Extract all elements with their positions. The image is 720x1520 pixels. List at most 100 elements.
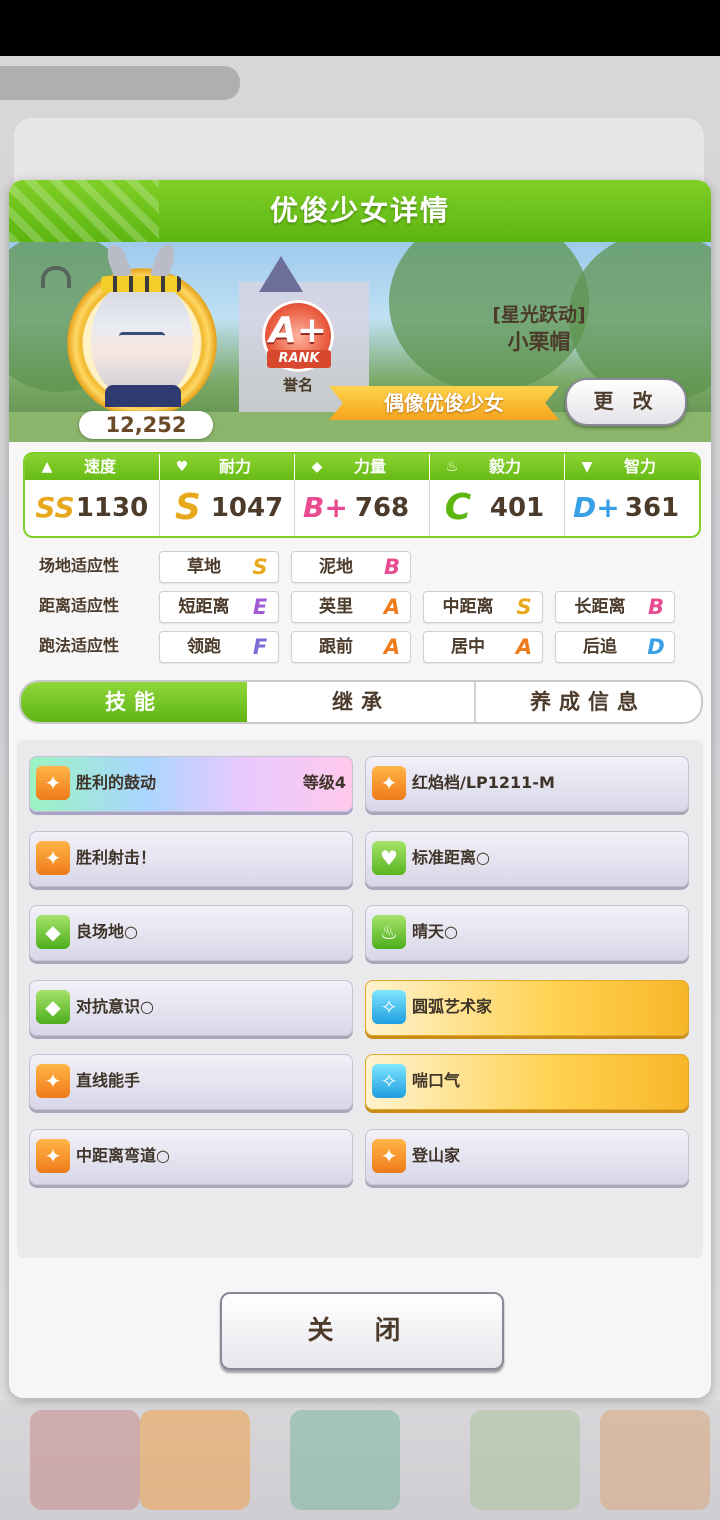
tab-1[interactable]: 继承 [247,682,475,722]
dock-item [600,1410,710,1510]
sparkle-icon: ✧ [372,1064,406,1098]
stat-value: 768 [354,493,410,523]
runner-icon: ✦ [36,766,70,800]
stats-table: ▲ 速度 SS 1130 ♥ 耐力 S 1047 ◆ 力量 B+ 768 ♨ 毅力 C 401 ▼ 智力 D+ 361 [23,452,701,538]
flame-icon: ♨ [372,915,406,949]
runner-icon: ✦ [36,1138,70,1173]
aptitude-item: 跟前 A [291,631,411,663]
skill-name: 登山家 [412,1145,461,1165]
aptitude-name: 草地 [187,557,221,577]
skill-card[interactable]: ✧ 喘口气 [365,1054,689,1110]
aptitude-item: 领跑 F [159,631,279,663]
stat-value: 361 [624,493,680,523]
aptitude-name: 后追 [583,637,617,657]
aptitude-name: 跟前 [319,637,353,657]
tab-0[interactable]: 技能 [21,682,247,722]
sparkle-icon: ✧ [372,989,406,1024]
portrait-collar [105,385,181,407]
skill-card[interactable]: ♥ 标准距离○ [365,830,689,887]
skill-card[interactable]: ✦ 胜利的鼓动 等级4 [29,756,353,812]
aptitude-label: 场地适应性 [39,556,120,575]
stat-label: 毅力 [488,457,521,476]
aptitude-name: 短距离 [178,597,230,617]
change-button[interactable]: 更 改 [565,378,687,426]
stat-label: 力量 [353,457,386,476]
skill-card[interactable]: ✦ 登山家 [365,1128,689,1185]
stat-0: ▲ 速度 SS 1130 [25,454,160,536]
skill-name: 中距离弯道○ [76,1145,170,1165]
dialog-title: 优俊少女详情 [269,194,450,227]
aptitude-item: 中距离 S [423,591,543,623]
skill-card[interactable]: ✦ 胜利射击！ [29,830,353,887]
runner-icon: ✦ [36,840,70,875]
aptitude-grade: A [383,635,401,659]
aptitude-name: 英里 [319,597,353,617]
aptitude-label: 跑法适应性 [39,636,120,655]
aptitude-grade: A [515,635,533,659]
aptitude-grade: S [252,555,268,579]
skill-card[interactable]: ✦ 红焰档/LP1211-M [365,756,689,812]
skill-name: 胜利的鼓动 [76,773,157,792]
skill-name: 对抗意识○ [76,996,154,1016]
role-ribbon: 偶像优俊少女 [329,386,559,420]
muscle-icon: ◆ [311,459,323,475]
dock-item [470,1410,580,1510]
shoe-icon: ▲ [41,459,53,475]
tab-2[interactable]: 养成信息 [475,682,701,722]
skill-card[interactable]: ✦ 中距离弯道○ [29,1128,353,1185]
muscle-icon: ◆ [36,915,70,949]
skill-name: 直线能手 [76,1071,141,1090]
runner-icon: ✦ [372,766,406,800]
aptitude-name: 泥地 [319,557,353,577]
aptitude-label: 距离适应性 [39,596,120,615]
stat-3: ♨ 毅力 C 401 [430,454,565,536]
rank-ribbon: RANK [267,350,331,368]
rank-caption: 誉名 [282,376,313,394]
stat-body: D+ 361 [565,480,699,536]
muscle-icon: ◆ [36,989,70,1024]
aptitude-name: 中距离 [442,597,494,617]
skill-list: ✦ 胜利的鼓动 等级4 ✦ 红焰档/LP1211-M ✦ 胜利射击！ ♥ 标准距离○ ◆ 良场地○ ♨… [17,740,703,1258]
flame-icon: ♨ [445,459,459,475]
close-button[interactable]: 关 闭 [220,1292,504,1370]
dock-item [30,1410,140,1510]
heart-icon: ♥ [175,459,189,475]
aptitude-item: 草地 S [159,551,279,583]
background-header-bar [0,66,240,100]
runner-icon: ✦ [36,1064,70,1098]
portrait-eyes [119,332,165,343]
skill-card[interactable]: ✧ 圆弧艺术家 [365,979,689,1036]
aptitude-item: 泥地 B [291,551,411,583]
detail-tabs: 技能 继承 养成信息 [19,680,703,724]
graduation-cap-icon: ▼ [581,459,593,475]
stat-header: ♨ 毅力 [430,454,565,480]
skill-card[interactable]: ♨ 晴天○ [365,905,689,961]
stat-1: ♥ 耐力 S 1047 [160,454,295,536]
skill-card[interactable]: ✦ 直线能手 [29,1054,353,1110]
dialog-header: 优俊少女详情 [9,180,711,242]
aptitude-name: 居中 [451,637,485,657]
building-roof [259,256,303,292]
skill-name: 良场地○ [76,922,138,941]
aptitude-grade: F [252,635,268,659]
aptitude-name: 长距离 [574,597,626,617]
stat-grade: C [444,487,472,528]
aptitude-item: 长距离 B [555,591,675,623]
aptitude-item: 短距离 E [159,591,279,623]
aptitude-item: 居中 A [423,631,543,663]
skill-name: 标准距离○ [412,847,490,867]
stat-body: B+ 768 [295,480,430,536]
runner-icon: ✦ [372,1138,406,1173]
skill-card[interactable]: ◆ 良场地○ [29,905,353,961]
skill-card[interactable]: ◆ 对抗意识○ [29,979,353,1036]
dock-item [140,1410,250,1510]
stat-label: 智力 [623,457,656,476]
skill-name: 红焰档/LP1211-M [412,773,555,792]
crown-icon [101,276,181,292]
skill-level: 等级4 [302,773,346,792]
aptitude-name: 领跑 [187,637,221,657]
stat-value: 1047 [210,493,284,523]
aptitude-grade: S [516,595,532,619]
stat-body: C 401 [430,480,565,536]
aptitude-item: 后追 D [555,631,675,663]
